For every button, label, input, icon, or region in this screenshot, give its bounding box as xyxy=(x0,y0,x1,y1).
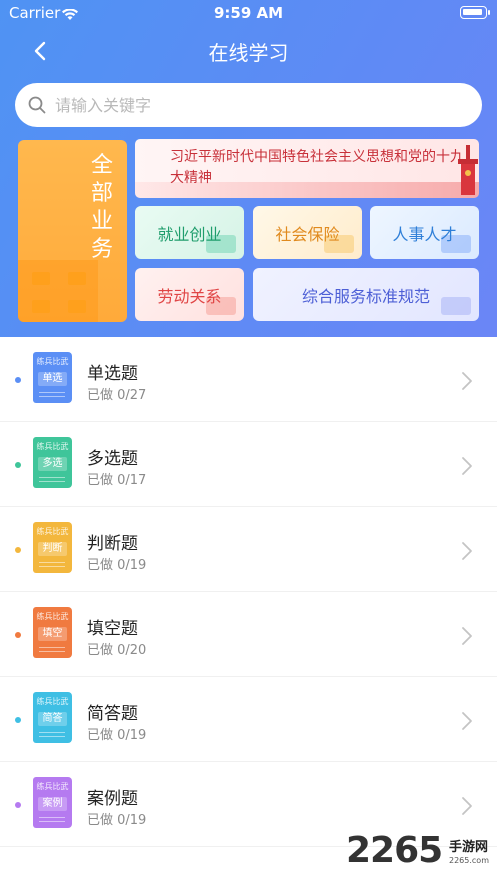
list-item[interactable]: 练兵比武 判断 判断题 已做 0/19 xyxy=(0,507,497,592)
chevron-right-icon xyxy=(461,711,473,735)
category-personnel-talent[interactable]: 人事人才 xyxy=(370,206,479,259)
list-item[interactable]: 练兵比武 多选 多选题 已做 0/17 xyxy=(0,422,497,507)
bullet-dot xyxy=(15,377,21,383)
policy-banner[interactable]: 习近平新时代中国特色社会主义思想和党的十九大精神 xyxy=(135,139,479,198)
banner-text: 习近平新时代中国特色社会主义思想和党的十九大精神 xyxy=(170,149,464,186)
book-badge: 多选 xyxy=(38,457,67,471)
book-icon: 练兵比武 判断 xyxy=(33,522,72,573)
bullet-dot xyxy=(15,717,21,723)
chevron-right-icon xyxy=(461,371,473,395)
category-labor-relations[interactable]: 劳动关系 xyxy=(135,268,244,321)
question-type-title: 填空题 xyxy=(87,619,138,639)
book-badge: 填空 xyxy=(38,627,67,641)
all-business-label: 全部业务 xyxy=(90,153,113,262)
question-type-progress: 已做 0/19 xyxy=(87,813,147,828)
watermark-text: 手游网 xyxy=(449,840,489,855)
category-social-insurance[interactable]: 社会保险 xyxy=(253,206,362,259)
question-type-title: 案例题 xyxy=(87,789,138,809)
book-caption: 练兵比武 xyxy=(36,442,69,451)
page-title: 在线学习 xyxy=(208,41,289,65)
all-business-card[interactable]: 全部业务 xyxy=(18,140,127,322)
watermark-number: 2265 xyxy=(346,830,443,871)
chevron-right-icon xyxy=(461,456,473,480)
question-type-title: 简答题 xyxy=(87,704,138,724)
book-badge: 案例 xyxy=(38,797,67,811)
question-type-progress: 已做 0/20 xyxy=(87,643,147,658)
book-caption: 练兵比武 xyxy=(36,782,69,791)
bullet-dot xyxy=(15,632,21,638)
list-item[interactable]: 练兵比武 简答 简答题 已做 0/19 xyxy=(0,677,497,762)
chevron-right-icon xyxy=(461,626,473,650)
watermark-domain: 2265.com xyxy=(449,856,489,865)
book-caption: 练兵比武 xyxy=(36,697,69,706)
book-icon: 练兵比武 简答 xyxy=(33,692,72,743)
category-service-standards[interactable]: 综合服务标准规范 xyxy=(253,268,479,321)
book-badge: 单选 xyxy=(38,372,67,386)
search-bar[interactable] xyxy=(15,83,482,127)
book-badge: 判断 xyxy=(38,542,67,556)
book-caption: 练兵比武 xyxy=(36,357,69,366)
book-icon: 练兵比武 填空 xyxy=(33,607,72,658)
category-label: 人事人才 xyxy=(392,224,457,244)
category-employment[interactable]: 就业创业 xyxy=(135,206,244,259)
flag-icon xyxy=(451,143,479,198)
category-label: 综合服务标准规范 xyxy=(301,286,430,306)
question-type-progress: 已做 0/19 xyxy=(87,558,147,573)
category-label: 就业创业 xyxy=(157,224,222,244)
question-type-title: 多选题 xyxy=(87,449,138,469)
status-bar: Carrier 9:59 AM xyxy=(0,0,497,26)
clock: 9:59 AM xyxy=(213,4,284,22)
question-type-progress: 已做 0/17 xyxy=(87,473,147,488)
book-caption: 练兵比武 xyxy=(36,527,69,536)
chevron-right-icon xyxy=(461,541,473,565)
book-icon: 练兵比武 多选 xyxy=(33,437,72,488)
list-item[interactable]: 练兵比武 单选 单选题 已做 0/27 xyxy=(0,337,497,422)
bullet-dot xyxy=(15,462,21,468)
category-label: 劳动关系 xyxy=(157,286,222,306)
battery-icon xyxy=(460,6,490,19)
bullet-dot xyxy=(15,802,21,808)
building-illustration xyxy=(18,260,98,322)
category-label: 社会保险 xyxy=(275,224,340,244)
search-input[interactable] xyxy=(55,83,465,127)
book-icon: 练兵比武 案例 xyxy=(33,777,72,828)
question-type-progress: 已做 0/19 xyxy=(87,728,147,743)
bullet-dot xyxy=(15,547,21,553)
chevron-right-icon xyxy=(461,796,473,820)
question-type-title: 单选题 xyxy=(87,364,138,384)
watermark-logo: 2265 手游网 2265.com xyxy=(346,830,496,876)
book-icon: 练兵比武 单选 xyxy=(33,352,72,403)
question-type-progress: 已做 0/27 xyxy=(87,388,147,403)
list-item[interactable]: 练兵比武 填空 填空题 已做 0/20 xyxy=(0,592,497,677)
book-badge: 简答 xyxy=(38,712,67,726)
search-icon xyxy=(27,95,47,119)
question-type-title: 判断题 xyxy=(87,534,138,554)
book-caption: 练兵比武 xyxy=(36,612,69,621)
